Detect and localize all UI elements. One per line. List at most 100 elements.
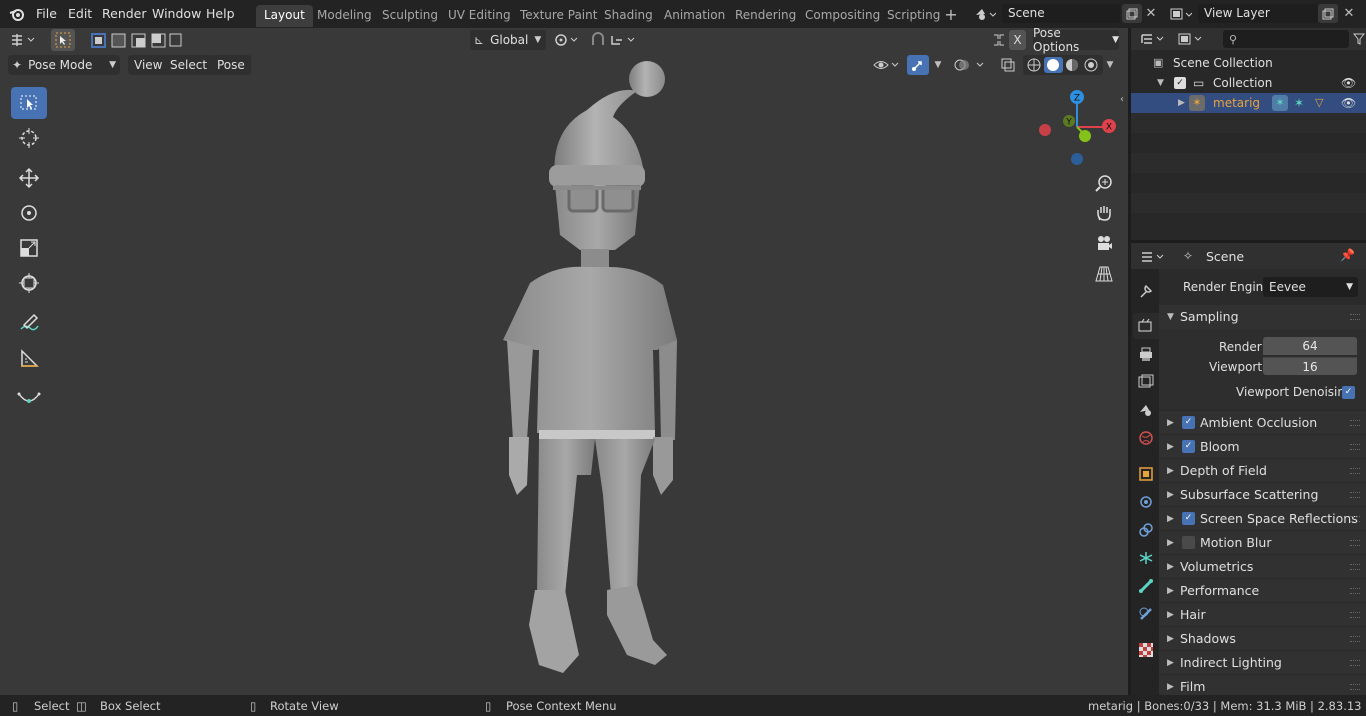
drag-handle-icon[interactable] — [1350, 468, 1360, 474]
x-mirror-toggle[interactable]: X — [1009, 30, 1026, 50]
cursor-tool-icon[interactable] — [11, 122, 47, 154]
render-engine-dropdown[interactable]: Eevee ▼ — [1263, 277, 1358, 297]
tab-texture-paint[interactable]: Texture Paint — [512, 5, 605, 27]
tab-sculpting[interactable]: Sculpting — [374, 5, 446, 27]
gizmo-toggle-icon[interactable] — [907, 55, 929, 75]
texture-tab-icon[interactable] — [1133, 637, 1159, 663]
blender-logo-icon[interactable] — [8, 5, 26, 23]
tab-animation[interactable]: Animation — [656, 5, 733, 27]
rotate-tool-icon[interactable] — [11, 197, 47, 229]
tree-row-scene-collection[interactable]: ▣ Scene Collection — [1131, 53, 1366, 73]
viewport-denoising-checkbox[interactable]: ✓ — [1342, 386, 1355, 399]
armature-data-icon[interactable]: ✶ — [1272, 95, 1288, 111]
panel-enable-checkbox[interactable]: ✓ — [1182, 512, 1195, 525]
panel-hair[interactable]: ▶ Hair — [1159, 602, 1366, 626]
bone-size-tool-icon[interactable] — [11, 382, 47, 414]
pose-options-dropdown[interactable]: Pose Options ▼ — [1033, 26, 1119, 54]
sampling-panel-header[interactable]: ▼ Sampling — [1159, 305, 1366, 329]
drag-handle-icon[interactable] — [1350, 564, 1360, 570]
tab-modeling[interactable]: Modeling — [309, 5, 380, 27]
panel-performance[interactable]: ▶ Performance — [1159, 578, 1366, 602]
mode-selector[interactable]: ✦ Pose Mode ▼ — [8, 55, 120, 75]
physics-tab-icon[interactable] — [1133, 489, 1159, 515]
mesh-icon[interactable]: ▽ — [1315, 93, 1323, 113]
drag-handle-icon[interactable] — [1350, 588, 1360, 594]
menu-select[interactable]: Select — [164, 55, 214, 75]
panel-motion-blur[interactable]: ▶ Motion Blur — [1159, 530, 1366, 554]
menu-window[interactable]: Window — [152, 6, 201, 21]
annotate-tool-icon[interactable] — [11, 307, 47, 339]
view-layer-tab-icon[interactable] — [1133, 369, 1159, 395]
expand-arrow-icon[interactable]: ▼ — [1157, 73, 1164, 93]
perspective-grid-icon[interactable] — [1091, 261, 1117, 287]
scale-tool-icon[interactable] — [11, 232, 47, 264]
menu-file[interactable]: File — [36, 6, 57, 21]
delete-view-layer-icon[interactable]: ✕ — [1340, 4, 1358, 23]
shading-modes[interactable] — [1023, 55, 1103, 75]
output-tab-icon[interactable] — [1133, 341, 1159, 367]
drag-handle-icon[interactable] — [1350, 660, 1360, 666]
mirror-icon[interactable] — [990, 30, 1008, 50]
chevron-down-icon[interactable]: ▼ — [1103, 55, 1117, 75]
panel-depth-of-field[interactable]: ▶ Depth of Field — [1159, 458, 1366, 482]
chevron-down-icon[interactable]: ▼ — [930, 55, 946, 75]
panel-enable-checkbox[interactable] — [1182, 536, 1195, 549]
armature-data-tab-icon[interactable] — [1133, 545, 1159, 571]
menu-pose[interactable]: Pose — [211, 55, 251, 75]
outliner-editor-type-icon[interactable] — [1139, 30, 1169, 48]
world-tab-icon[interactable] — [1133, 425, 1159, 451]
new-scene-icon[interactable] — [1122, 4, 1142, 23]
render-tab-icon[interactable] — [1133, 313, 1159, 339]
tool-tab-icon[interactable] — [1133, 278, 1159, 304]
panel-ambient-occlusion[interactable]: ▶ ✓ Ambient Occlusion — [1159, 410, 1366, 434]
panel-volumetrics[interactable]: ▶ Volumetrics — [1159, 554, 1366, 578]
tab-rendering[interactable]: Rendering — [727, 5, 804, 27]
drag-handle-icon[interactable] — [1350, 684, 1360, 690]
drag-handle-icon[interactable] — [1350, 612, 1360, 618]
render-samples-field[interactable]: 64 — [1263, 337, 1357, 355]
exclude-checkbox[interactable]: ✓ — [1174, 77, 1186, 89]
display-mode-icon[interactable] — [1177, 30, 1207, 48]
tab-scripting[interactable]: Scripting — [879, 5, 948, 27]
overlays-icon[interactable] — [953, 55, 987, 75]
drag-handle-icon[interactable] — [1350, 444, 1360, 450]
tree-row-collection[interactable]: ▼ ✓ ▭ Collection 👁 — [1131, 73, 1366, 93]
panel-enable-checkbox[interactable]: ✓ — [1182, 416, 1195, 429]
menu-edit[interactable]: Edit — [68, 6, 92, 21]
view-layer-icon[interactable] — [1168, 4, 1194, 24]
transform-orientation-dropdown[interactable]: ⊾ Global ▼ — [470, 30, 546, 50]
menu-help[interactable]: Help — [206, 6, 235, 21]
transform-tool-icon[interactable] — [11, 267, 47, 299]
drag-handle-icon[interactable] — [1350, 492, 1360, 498]
object-tab-icon[interactable] — [1133, 461, 1159, 487]
sidebar-toggle-icon[interactable]: ‹ — [1117, 92, 1127, 106]
menu-view[interactable]: View — [128, 55, 169, 75]
visibility-icon[interactable] — [872, 55, 902, 75]
drag-handle-icon[interactable] — [1350, 420, 1360, 426]
editor-type-icon[interactable] — [8, 31, 40, 49]
scene-selector-icon[interactable] — [972, 4, 998, 24]
move-tool-icon[interactable] — [11, 162, 47, 194]
panel-screen-space-reflections[interactable]: ▶ ✓ Screen Space Reflections — [1159, 506, 1366, 530]
panel-enable-checkbox[interactable]: ✓ — [1182, 440, 1195, 453]
pivot-point-icon[interactable] — [553, 30, 583, 50]
panel-indirect-lighting[interactable]: ▶ Indirect Lighting — [1159, 650, 1366, 674]
drag-handle-icon[interactable] — [1350, 516, 1360, 522]
bone-tab-icon[interactable] — [1133, 573, 1159, 599]
navigation-gizmo[interactable]: Z X Y — [1035, 85, 1120, 170]
outliner-search-input[interactable]: ⚲ — [1223, 30, 1349, 48]
camera-view-icon[interactable] — [1091, 230, 1117, 256]
delete-scene-icon[interactable]: ✕ — [1142, 4, 1160, 23]
tab-layout[interactable]: Layout — [256, 5, 313, 27]
xray-icon[interactable] — [998, 55, 1018, 75]
character-model[interactable] — [495, 55, 695, 680]
zoom-icon[interactable] — [1091, 170, 1117, 196]
snap-icon[interactable] — [589, 30, 639, 50]
viewport-samples-field[interactable]: 16 — [1263, 357, 1357, 375]
selection-mode-icons[interactable] — [88, 30, 184, 50]
bone-constraint-tab-icon[interactable] — [1133, 601, 1159, 627]
view-layer-field[interactable]: View Layer — [1198, 4, 1318, 23]
eye-icon[interactable]: 👁 — [1341, 93, 1356, 113]
pin-icon[interactable]: 📌 — [1340, 248, 1355, 262]
panel-bloom[interactable]: ▶ ✓ Bloom — [1159, 434, 1366, 458]
